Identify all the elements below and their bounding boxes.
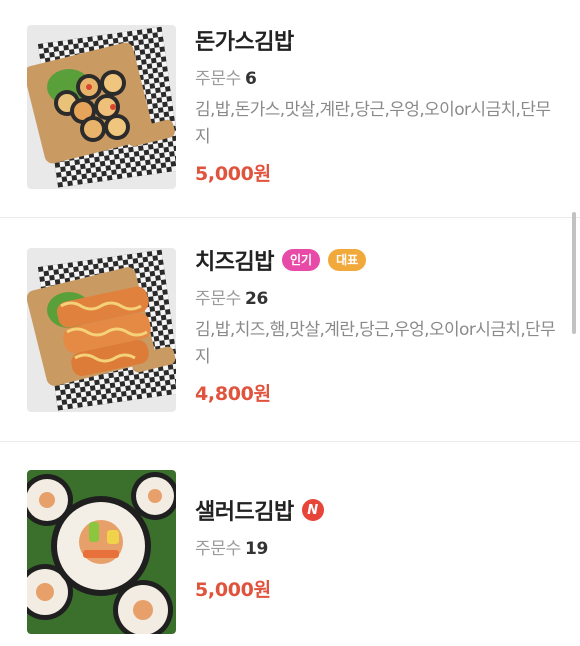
- menu-info: 치즈김밥 인기 대표 주문수 26 김,밥,치즈,햄,맛살,계란,당근,우엉,오이…: [195, 244, 562, 406]
- menu-item-salad-gimbap[interactable]: 샐러드김밥 N 주문수 19 5,000원: [0, 442, 580, 646]
- menu-name[interactable]: 치즈김밥: [195, 244, 274, 276]
- order-count-label: 주문수: [195, 539, 242, 559]
- menu-price: 4,800원: [195, 383, 271, 405]
- order-count-value: 19: [245, 539, 269, 559]
- menu-item-cheese-gimbap[interactable]: 치즈김밥 인기 대표 주문수 26 김,밥,치즈,햄,맛살,계란,당근,우엉,오이…: [0, 218, 580, 441]
- menu-info: 샐러드김밥 N 주문수 19 5,000원: [195, 494, 562, 602]
- gimbap-photo-icon: [27, 248, 176, 412]
- menu-name-row: 샐러드김밥 N: [195, 494, 562, 526]
- menu-name[interactable]: 샐러드김밥: [195, 494, 294, 526]
- scrollbar[interactable]: [572, 212, 576, 334]
- menu-item-tonkatsu-gimbap[interactable]: 돈가스김밥 주문수 6 김,밥,돈가스,맛살,계란,당근,우엉,오이or시금치,단…: [0, 0, 580, 217]
- popular-badge: 인기: [281, 249, 321, 271]
- menu-description: 김,밥,치즈,햄,맛살,계란,당근,우엉,오이or시금치,단무지: [195, 320, 556, 367]
- order-count-value: 26: [245, 289, 269, 309]
- order-count-label: 주문수: [195, 289, 242, 309]
- signature-badge: 대표: [328, 249, 367, 271]
- menu-image-cheese-gimbap[interactable]: [27, 248, 176, 412]
- menu-image-tonkatsu-gimbap[interactable]: [27, 25, 176, 189]
- menu-name[interactable]: 돈가스김밥: [195, 24, 294, 56]
- menu-image-salad-gimbap[interactable]: [27, 470, 176, 634]
- new-badge: N: [301, 499, 324, 521]
- gimbap-photo-icon: [27, 470, 176, 634]
- order-count: 주문수 26: [195, 284, 562, 309]
- menu-info: 돈가스김밥 주문수 6 김,밥,돈가스,맛살,계란,당근,우엉,오이or시금치,단…: [195, 24, 562, 186]
- menu-price: 5,000원: [195, 163, 271, 185]
- menu-name-row: 치즈김밥 인기 대표: [195, 244, 562, 276]
- menu-description: 김,밥,돈가스,맛살,계란,당근,우엉,오이or시금치,단무지: [195, 100, 551, 147]
- menu-list: 돈가스김밥 주문수 6 김,밥,돈가스,맛살,계란,당근,우엉,오이or시금치,단…: [0, 0, 580, 646]
- menu-price: 5,000원: [195, 579, 271, 601]
- order-count: 주문수 6: [195, 64, 562, 89]
- order-count-value: 6: [245, 69, 257, 89]
- order-count-label: 주문수: [195, 69, 242, 89]
- order-count: 주문수 19: [195, 534, 562, 559]
- gimbap-photo-icon: [27, 25, 176, 189]
- menu-name-row: 돈가스김밥: [195, 24, 562, 56]
